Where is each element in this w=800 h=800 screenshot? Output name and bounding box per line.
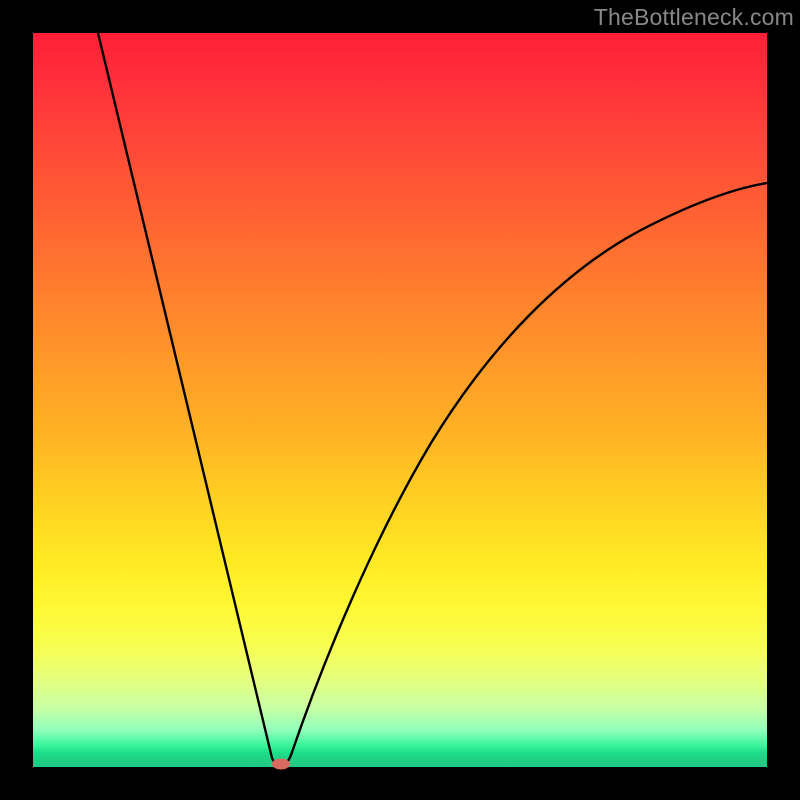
min-marker — [272, 759, 290, 770]
plot-area — [33, 33, 767, 767]
curve-layer — [33, 33, 767, 767]
attribution-text: TheBottleneck.com — [594, 4, 794, 31]
bottleneck-curve — [98, 33, 767, 767]
chart-stage: TheBottleneck.com — [0, 0, 800, 800]
